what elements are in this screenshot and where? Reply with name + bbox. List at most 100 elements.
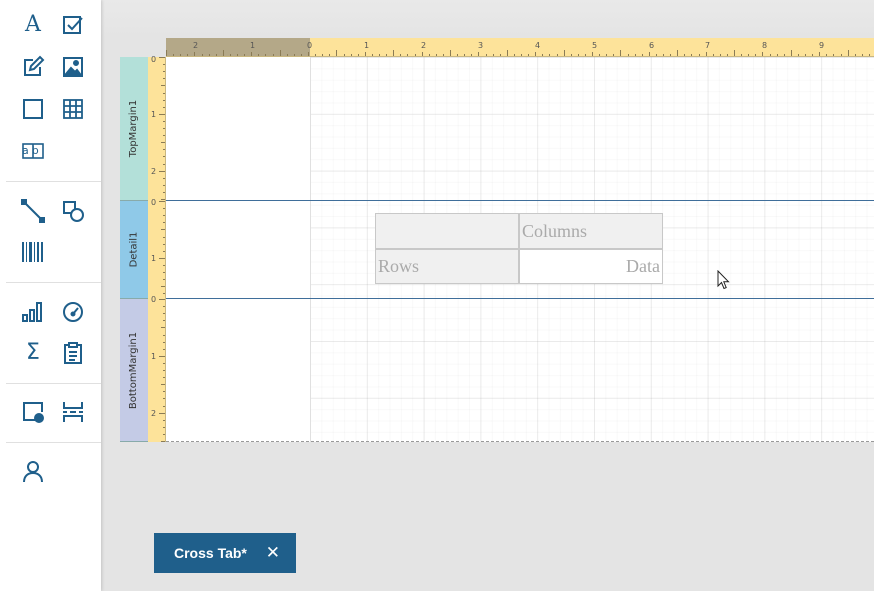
- ruler-tick: [163, 341, 165, 343]
- ruler-tick: [163, 184, 165, 186]
- ruler-tick: [163, 320, 165, 322]
- ruler-tick: [161, 142, 165, 144]
- horizontal-ruler: 2 1 0 1 2 3 4 5 6 7 8 9: [166, 38, 874, 57]
- ruler-tick: [812, 54, 814, 56]
- ruler-tick: [457, 54, 459, 56]
- pivot-grid-icon[interactable]: [59, 339, 87, 367]
- cross-tab-columns-cell[interactable]: Columns: [520, 214, 662, 250]
- columns-label: Columns: [522, 220, 588, 241]
- ruler-tick: [163, 191, 165, 193]
- ruler-tick: [407, 54, 409, 56]
- ruler-label: 1: [250, 41, 256, 50]
- user-icon[interactable]: [19, 457, 47, 485]
- ruler-tick: [163, 405, 165, 407]
- ruler-tick: [350, 54, 352, 56]
- ruler-tick: [159, 201, 165, 202]
- ruler-tick: [684, 54, 686, 56]
- summary-icon[interactable]: Σ: [19, 339, 47, 367]
- ruler-label: 2: [193, 41, 199, 50]
- ruler-tick: [163, 236, 165, 238]
- ruler-tick: [641, 54, 643, 56]
- ruler-tick: [485, 54, 487, 56]
- ruler-tick: [159, 355, 165, 357]
- shape-icon[interactable]: [59, 197, 87, 225]
- ruler-tick: [163, 222, 165, 224]
- ruler-tick: [163, 433, 165, 435]
- ruler-tick: [719, 54, 721, 56]
- ruler-tick: [826, 54, 828, 56]
- ruler-tick: [163, 78, 165, 80]
- ruler-tick: [336, 50, 338, 56]
- cross-tab-rows-cell[interactable]: Rows: [376, 250, 520, 283]
- ruler-tick: [819, 52, 821, 56]
- data-label: Data: [626, 256, 660, 276]
- surface-top-bar: [101, 0, 874, 38]
- ruler-tick: [613, 54, 615, 56]
- ruler-tick: [315, 54, 317, 56]
- cross-tab-data-cell[interactable]: Data: [520, 250, 662, 283]
- cross-tab-control[interactable]: Columns Rows Data: [375, 213, 663, 284]
- panel-icon[interactable]: [19, 95, 47, 123]
- picture-icon[interactable]: [59, 53, 87, 81]
- ruler-label: 9: [819, 41, 825, 50]
- ruler-tick: [194, 52, 196, 56]
- ruler-tick: [599, 54, 601, 56]
- ruler-tick: [769, 54, 771, 56]
- ruler-tick: [521, 54, 522, 56]
- ruler-tick: [783, 54, 785, 56]
- label-glyph: A: [25, 12, 41, 37]
- ruler-tick: [833, 54, 835, 56]
- band-strip-detail[interactable]: Detail1: [120, 201, 148, 299]
- ruler-tick: [161, 286, 165, 288]
- ruler-tick: [163, 156, 165, 158]
- band-strip-top-margin[interactable]: TopMargin1: [120, 57, 148, 201]
- line-icon[interactable]: [19, 197, 47, 225]
- page-break-icon[interactable]: [59, 398, 87, 426]
- band-separator[interactable]: [166, 200, 874, 201]
- barcode-icon[interactable]: [19, 238, 47, 266]
- ruler-label: 1: [151, 254, 157, 263]
- checkbox-icon[interactable]: [59, 11, 87, 39]
- ruler-tick: [400, 54, 402, 56]
- ruler-tick: [663, 54, 664, 56]
- table-icon[interactable]: [59, 95, 87, 123]
- ruler-tick: [163, 293, 165, 295]
- gauge-icon[interactable]: [59, 298, 87, 326]
- ruler-tick: [442, 54, 444, 56]
- ruler-tick: [371, 54, 373, 56]
- ruler-tick: [163, 391, 165, 393]
- ruler-tick: [748, 54, 750, 56]
- ruler-tick: [163, 348, 165, 350]
- ruler-tick: [805, 54, 806, 56]
- ruler-label: 4: [535, 41, 541, 50]
- richtext-icon[interactable]: [19, 53, 47, 81]
- ruler-label: 8: [762, 41, 768, 50]
- ruler-tick: [163, 208, 165, 210]
- band-strip-bottom-margin[interactable]: BottomMargin1: [120, 299, 148, 442]
- ruler-tick: [161, 327, 165, 329]
- tab-cross-tab[interactable]: Cross Tab* ✕: [154, 533, 296, 573]
- ruler-tick: [229, 54, 231, 56]
- ruler-tick: [279, 50, 281, 56]
- ruler-tick: [163, 128, 165, 129]
- cross-tab-corner-cell[interactable]: [376, 214, 520, 250]
- ruler-tick: [577, 54, 579, 56]
- ruler-tick: [159, 299, 165, 300]
- label-icon[interactable]: A: [19, 11, 47, 39]
- toolbox: A ab Σ: [0, 0, 101, 591]
- ruler-tick: [762, 52, 764, 56]
- close-icon[interactable]: ✕: [266, 543, 280, 563]
- mouse-cursor-icon: [717, 270, 730, 290]
- ruler-tick: [163, 215, 165, 217]
- character-comb-icon[interactable]: ab: [19, 137, 47, 165]
- ruler-tick: [364, 52, 366, 56]
- band-separator[interactable]: [166, 298, 874, 299]
- ruler-tick: [797, 54, 799, 56]
- page-info-icon[interactable]: [19, 398, 47, 426]
- ruler-tick: [163, 120, 165, 122]
- ruler-tick: [201, 54, 203, 56]
- ruler-tick: [163, 64, 165, 66]
- ruler-tick: [655, 54, 657, 56]
- band-label: Detail1: [128, 231, 140, 268]
- chart-icon[interactable]: [19, 298, 47, 326]
